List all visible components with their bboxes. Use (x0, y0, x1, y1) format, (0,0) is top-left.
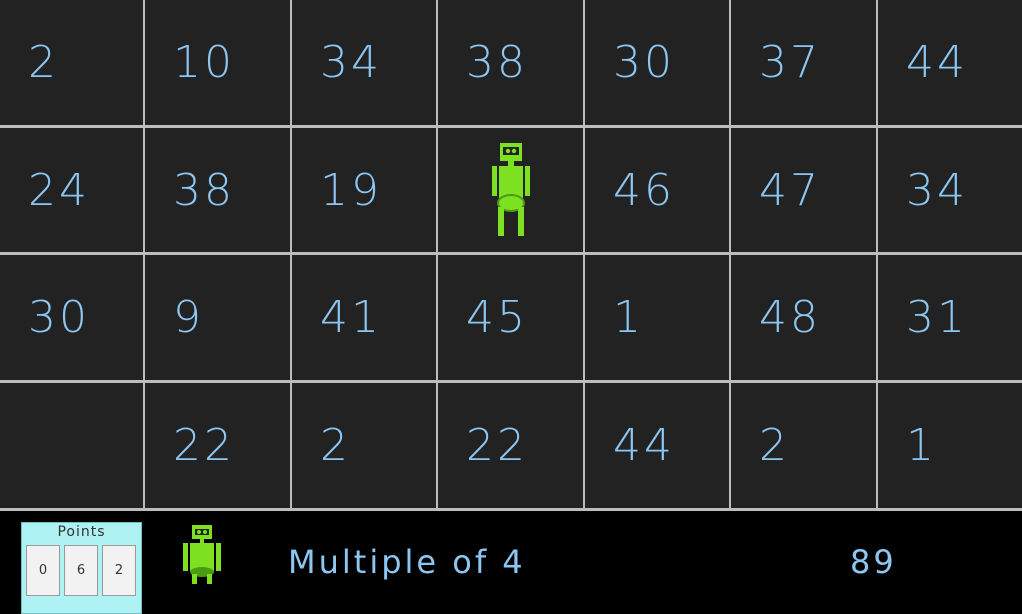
cell-number: 1 (613, 292, 644, 343)
player-robot-icon (491, 143, 531, 237)
cell-number: 34 (906, 164, 968, 216)
cell-number: 1 (906, 420, 937, 471)
cell-number: 47 (759, 164, 821, 216)
board-cell-r1-c4[interactable]: 46 (585, 128, 729, 252)
cell-number: 45 (466, 292, 528, 343)
cell-number: 22 (173, 420, 235, 471)
points-digit-1: 0 (26, 545, 60, 596)
cell-number: 31 (906, 292, 968, 343)
board-cell-r3-c2[interactable]: 2 (292, 383, 436, 508)
board-cell-r2-c0[interactable]: 30 (0, 255, 143, 380)
cell-number: 22 (466, 420, 528, 471)
board-cell-r1-c0[interactable]: 24 (0, 128, 143, 252)
board-cell-r0-c0[interactable]: 2 (0, 0, 143, 125)
board-cell-r3-c6[interactable]: 1 (878, 383, 1022, 508)
cell-number: 9 (173, 292, 204, 343)
timer: 89 (850, 543, 897, 581)
cell-number: 30 (28, 292, 90, 343)
cell-number: 37 (759, 37, 821, 88)
points-label: Points (57, 524, 106, 540)
board-cell-r3-c5[interactable]: 2 (731, 383, 876, 508)
lives-robot-icon (180, 524, 224, 590)
board-cell-r0-c2[interactable]: 34 (292, 0, 436, 125)
board-cell-r3-c1[interactable]: 22 (145, 383, 290, 508)
board-cell-r2-c5[interactable]: 48 (731, 255, 876, 380)
board-cell-r3-c3[interactable]: 22 (438, 383, 583, 508)
board-cell-r3-c4[interactable]: 44 (585, 383, 729, 508)
cell-number: 48 (759, 292, 821, 343)
cell-number: 19 (320, 164, 382, 216)
cell-number: 2 (28, 37, 59, 88)
board-cell-r1-c3[interactable] (438, 128, 583, 252)
cell-number: 34 (320, 37, 382, 88)
points-digit-3: 2 (102, 545, 136, 596)
cell-number: 24 (28, 164, 90, 216)
board-cell-r0-c1[interactable]: 10 (145, 0, 290, 125)
hud-bar: Points 0 6 2 Multiple of 4 89 (0, 511, 1022, 614)
board-cell-r1-c5[interactable]: 47 (731, 128, 876, 252)
cell-number: 38 (173, 164, 235, 216)
cell-number: 30 (613, 37, 675, 88)
board-cell-r0-c3[interactable]: 38 (438, 0, 583, 125)
points-panel: Points 0 6 2 (21, 522, 142, 614)
points-digit-2: 6 (64, 545, 98, 596)
cell-number: 38 (466, 37, 528, 88)
board-cell-r2-c1[interactable]: 9 (145, 255, 290, 380)
cell-number: 41 (320, 292, 382, 343)
cell-number: 44 (906, 37, 968, 88)
board-cell-r2-c6[interactable]: 31 (878, 255, 1022, 380)
board-cell-r0-c6[interactable]: 44 (878, 0, 1022, 125)
board-cell-r1-c6[interactable]: 34 (878, 128, 1022, 252)
cell-number: 2 (759, 420, 790, 471)
game-board: 2 10 34 38 30 37 44 24 38 19 46 47 34 30 9 41 45 1 48 31 22 2… (0, 0, 1022, 511)
board-cell-r2-c3[interactable]: 45 (438, 255, 583, 380)
board-cell-r3-c0[interactable] (0, 383, 143, 508)
board-cell-r2-c4[interactable]: 1 (585, 255, 729, 380)
board-cell-r1-c2[interactable]: 19 (292, 128, 436, 252)
board-cell-r2-c2[interactable]: 41 (292, 255, 436, 380)
target-rule: Multiple of 4 (288, 543, 526, 581)
cell-number: 2 (320, 420, 351, 471)
board-cell-r0-c4[interactable]: 30 (585, 0, 729, 125)
cell-number: 46 (613, 164, 675, 216)
board-cell-r1-c1[interactable]: 38 (145, 128, 290, 252)
board-cell-r0-c5[interactable]: 37 (731, 0, 876, 125)
cell-number: 44 (613, 420, 675, 471)
cell-number: 10 (173, 37, 235, 88)
